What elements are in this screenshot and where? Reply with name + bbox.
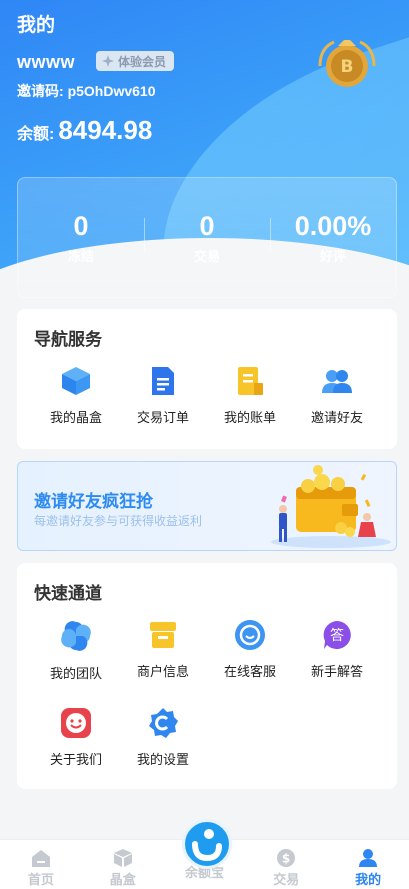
tab-trade[interactable]: $ 交易 bbox=[245, 840, 327, 889]
quick-item-faq[interactable]: 答 新手解答 bbox=[292, 619, 382, 680]
stats-card: 0 冻结 0 交易 0.00% 好评 bbox=[17, 177, 397, 298]
answer-icon: 答 bbox=[323, 621, 351, 649]
dollar-icon: $ bbox=[277, 849, 296, 867]
nav-item-label: 我的晶盒 bbox=[49, 410, 102, 425]
vip-badge[interactable]: 体验会员 bbox=[96, 51, 175, 71]
quick-access-card: 快速通道 我的团队 商户信息 在线客服 答 新手解答 关于我们 我的设置 bbox=[17, 563, 397, 789]
stat-label: 好评 bbox=[319, 249, 346, 264]
yuebao-center-button[interactable] bbox=[182, 819, 232, 869]
banner-headline: 邀请好友疯狂抢 bbox=[34, 492, 153, 511]
section-title: 快速通道 bbox=[34, 584, 102, 603]
stat-label: 冻结 bbox=[67, 249, 94, 264]
invite-label: 邀请码: bbox=[17, 83, 64, 99]
chat-icon bbox=[235, 620, 265, 650]
diamond-icon bbox=[102, 55, 114, 67]
user-icon bbox=[359, 849, 378, 867]
username: wwww bbox=[17, 52, 76, 72]
quick-item-about[interactable]: 关于我们 bbox=[31, 707, 121, 768]
answer-glyph: 答 bbox=[330, 627, 344, 644]
stat-frozen[interactable]: 0 冻结 bbox=[18, 210, 144, 265]
quick-item-label: 新手解答 bbox=[310, 664, 363, 679]
bill-icon bbox=[238, 367, 263, 395]
quick-item-support[interactable]: 在线客服 bbox=[205, 619, 295, 680]
document-icon bbox=[152, 367, 174, 395]
quick-item-settings[interactable]: 我的设置 bbox=[118, 707, 208, 768]
stat-value: 0.00% bbox=[294, 211, 372, 241]
nav-services-card: 导航服务 我的晶盒 交易订单 我的账单 邀请好友 bbox=[17, 309, 397, 449]
box-icon bbox=[113, 849, 132, 867]
quick-item-merchant[interactable]: 商户信息 bbox=[118, 619, 208, 680]
tab-label: 我的 bbox=[355, 872, 382, 887]
invite-banner[interactable]: 邀请好友疯狂抢 每邀请好友参与可获得收益返利 bbox=[17, 461, 397, 551]
vip-label: 体验会员 bbox=[118, 54, 167, 69]
quick-item-label: 我的团队 bbox=[49, 666, 102, 681]
bitcoin-medal-icon: B bbox=[318, 40, 376, 87]
stat-trades[interactable]: 0 交易 bbox=[144, 210, 270, 265]
balance: 余额: 8494.98 bbox=[17, 115, 152, 146]
nav-item-label: 我的账单 bbox=[223, 410, 276, 425]
svg-text:$: $ bbox=[282, 852, 290, 866]
nav-item-orders[interactable]: 交易订单 bbox=[118, 365, 208, 426]
quick-item-label: 商户信息 bbox=[136, 664, 189, 679]
home-icon bbox=[31, 850, 50, 867]
users-icon bbox=[322, 370, 352, 393]
banner-subtext: 每邀请好友参与可获得收益返利 bbox=[34, 514, 203, 528]
shop-icon bbox=[150, 622, 176, 648]
wallet-illustration-icon bbox=[271, 465, 391, 548]
section-title: 导航服务 bbox=[34, 330, 102, 349]
stat-label: 交易 bbox=[193, 249, 220, 264]
tab-label: 首页 bbox=[27, 872, 54, 887]
nav-item-bills[interactable]: 我的账单 bbox=[205, 365, 295, 426]
tab-label: 晶盒 bbox=[109, 872, 136, 887]
quick-item-team[interactable]: 我的团队 bbox=[31, 619, 121, 682]
stat-rating[interactable]: 0.00% 好评 bbox=[270, 210, 396, 265]
invite-code-value: p5OhDwv610 bbox=[67, 83, 156, 99]
settings-icon bbox=[149, 708, 178, 738]
quick-item-label: 在线客服 bbox=[223, 664, 276, 679]
tab-mine[interactable]: 我的 bbox=[327, 840, 409, 889]
cube-icon bbox=[62, 367, 90, 395]
quick-item-label: 关于我们 bbox=[49, 752, 102, 767]
nav-item-invite[interactable]: 邀请好友 bbox=[292, 365, 382, 426]
nav-item-crystal-box[interactable]: 我的晶盒 bbox=[31, 365, 121, 426]
tab-label: 交易 bbox=[273, 872, 300, 887]
tab-crystal-box[interactable]: 晶盒 bbox=[82, 840, 164, 889]
stat-value: 0 bbox=[73, 211, 89, 241]
invite-code[interactable]: 邀请码: p5OhDwv610 bbox=[17, 81, 156, 101]
balance-label: 余额: bbox=[17, 126, 55, 143]
tab-home[interactable]: 首页 bbox=[0, 840, 82, 889]
page-title: 我的 bbox=[17, 15, 56, 36]
quick-item-label: 我的设置 bbox=[136, 752, 189, 767]
team-icon bbox=[61, 621, 91, 651]
nav-item-label: 交易订单 bbox=[136, 410, 189, 425]
smile-icon bbox=[61, 708, 91, 738]
stat-value: 0 bbox=[199, 211, 215, 241]
svg-text:B: B bbox=[341, 57, 354, 77]
balance-value: 8494.98 bbox=[58, 115, 153, 145]
nav-item-label: 邀请好友 bbox=[310, 410, 363, 425]
wallet-icon bbox=[192, 829, 222, 862]
